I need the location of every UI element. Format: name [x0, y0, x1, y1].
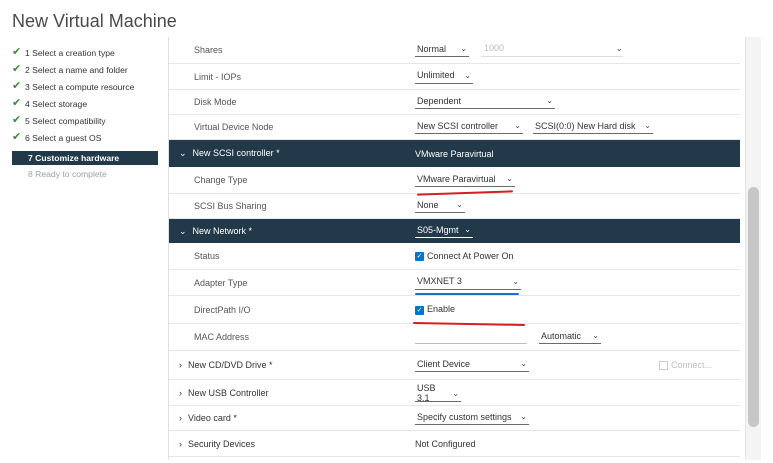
chevron-right-icon: › [179, 360, 182, 370]
chevron-down-icon: ⌄ [514, 121, 521, 130]
scrollbar-thumb[interactable] [748, 187, 759, 427]
directpath-enable-checkbox[interactable]: ✓ [415, 305, 424, 315]
step-1[interactable]: ✔ 1 Select a creation type [12, 44, 158, 61]
check-icon: ✔ [12, 80, 22, 92]
usb-select[interactable]: USB 3.1 ⌄ [415, 383, 461, 403]
change-type-select[interactable]: VMware Paravirtual ⌄ [415, 173, 515, 187]
row-mac-address: MAC Address Automatic ⌄ [169, 324, 740, 351]
chevron-down-icon: ⌄ [464, 225, 471, 234]
window-title: New Virtual Machine [12, 11, 177, 31]
row-limit-iops: Limit - IOPs Unlimited ⌄ [169, 64, 740, 90]
chevron-down-icon: ⌄ [644, 121, 651, 130]
shares-number-input[interactable]: 1000 ⌄ [481, 43, 623, 57]
hardware-panel: Shares Normal ⌄ 1000 ⌄ Limit - IOPs Unlimi… [168, 37, 740, 460]
cdrom-connect-checkbox[interactable] [659, 361, 668, 371]
limit-iops-select[interactable]: Unlimited ⌄ [415, 70, 473, 84]
cdrom-select[interactable]: Client Device ⌄ [415, 358, 529, 372]
section-network[interactable]: ⌄ New Network * S05-Mgmt ⌄ [169, 219, 740, 243]
chevron-down-icon: ⌄ [520, 412, 527, 421]
section-video-card[interactable]: › Video card * Specify custom settings ⌄ [169, 406, 740, 431]
chevron-down-icon: ⌄ [506, 174, 513, 183]
chevron-down-icon: ⌄ [452, 388, 459, 398]
vdn-slot-select[interactable]: SCSI(0:0) New Hard disk ⌄ [533, 120, 653, 134]
chevron-down-icon: ⌄ [179, 225, 187, 236]
section-usb[interactable]: › New USB Controller USB 3.1 ⌄ [169, 380, 740, 406]
row-directpath: DirectPath I/O ✓ Enable [169, 296, 740, 324]
bus-sharing-select[interactable]: None ⌄ [415, 199, 465, 213]
vdn-controller-select[interactable]: New SCSI controller ⌄ [415, 120, 523, 134]
check-icon: ✔ [12, 131, 22, 143]
row-shares: Shares Normal ⌄ 1000 ⌄ [169, 37, 740, 64]
chevron-right-icon: › [179, 438, 182, 449]
disk-mode-select[interactable]: Dependent ⌄ [415, 95, 555, 109]
step-5[interactable]: ✔ 5 Select compatibility [12, 112, 158, 129]
chevron-right-icon: › [179, 413, 182, 423]
shares-label: Shares [194, 45, 223, 55]
step-4[interactable]: ✔ 4 Select storage [12, 95, 158, 112]
row-virtual-device-node: Virtual Device Node New SCSI controller ⌄… [169, 115, 740, 140]
check-icon: ✔ [12, 97, 22, 109]
step-8: 8 Ready to complete [28, 168, 107, 179]
chevron-down-icon: ⌄ [615, 43, 623, 53]
section-security-devices[interactable]: › Security Devices Not Configured [169, 431, 740, 457]
chevron-down-icon: ⌄ [592, 331, 599, 340]
check-icon: ✔ [12, 63, 22, 75]
panel-scrollbar[interactable] [745, 37, 761, 460]
chevron-down-icon: ⌄ [460, 44, 467, 53]
section-scsi-controller[interactable]: ⌄ New SCSI controller * VMware Paravirtua… [169, 140, 740, 167]
chevron-down-icon: ⌄ [546, 96, 553, 105]
wizard-steps: ✔ 1 Select a creation type ✔ 2 Select a na… [12, 44, 158, 182]
chevron-down-icon: ⌄ [456, 200, 463, 209]
chevron-down-icon: ⌄ [512, 276, 519, 286]
mac-mode-select[interactable]: Automatic ⌄ [539, 330, 601, 344]
check-icon: ✔ [12, 114, 22, 126]
row-status: Status ✓ Connect At Power On [169, 243, 740, 270]
step-3[interactable]: ✔ 3 Select a compute resource [12, 78, 158, 95]
step-6[interactable]: ✔ 6 Select a guest OS [12, 129, 158, 146]
shares-select[interactable]: Normal ⌄ [415, 43, 469, 57]
row-change-type: Change Type VMware Paravirtual ⌄ [169, 167, 740, 194]
section-cdrom[interactable]: › New CD/DVD Drive * Client Device ⌄ Conne… [169, 351, 740, 380]
step-7-active[interactable]: 7 Customize hardware [12, 151, 158, 165]
mac-address-input[interactable] [415, 330, 527, 344]
check-icon: ✔ [12, 46, 22, 58]
chevron-down-icon: ⌄ [179, 148, 187, 158]
step-2[interactable]: ✔ 2 Select a name and folder [12, 61, 158, 78]
annotation-blue-underline-adapter-type [415, 293, 519, 295]
row-disk-mode: Disk Mode Dependent ⌄ [169, 90, 740, 115]
adapter-type-select[interactable]: VMXNET 3 ⌄ [415, 276, 521, 290]
row-scsi-bus-sharing: SCSI Bus Sharing None ⌄ [169, 194, 740, 219]
video-card-select[interactable]: Specify custom settings ⌄ [415, 411, 529, 425]
chevron-right-icon: › [179, 387, 182, 398]
chevron-down-icon: ⌄ [464, 70, 471, 80]
network-select[interactable]: S05-Mgmt ⌄ [415, 224, 473, 238]
connect-at-power-on-checkbox[interactable]: ✓ [415, 252, 424, 262]
chevron-down-icon: ⌄ [520, 359, 527, 368]
